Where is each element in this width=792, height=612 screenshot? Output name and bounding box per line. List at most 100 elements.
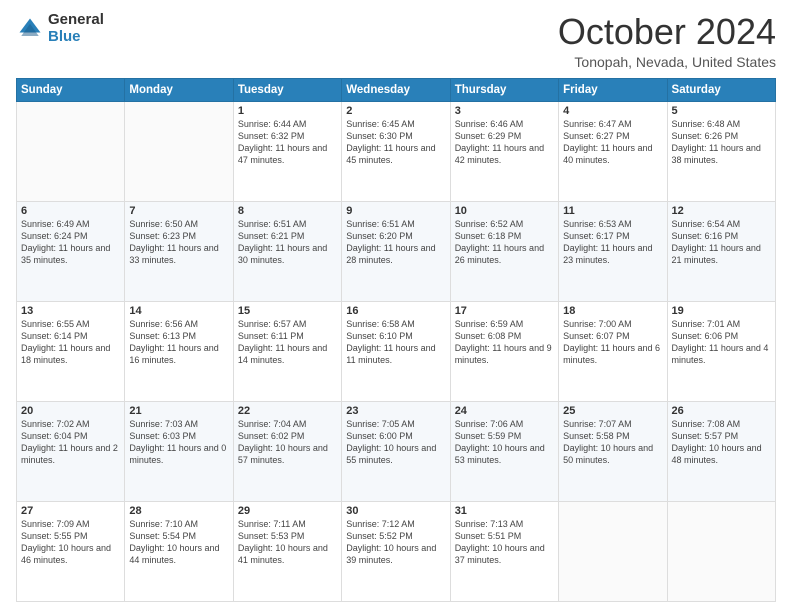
- calendar-cell-w2-d3: 8Sunrise: 6:51 AMSunset: 6:21 PMDaylight…: [233, 201, 341, 301]
- col-wednesday: Wednesday: [342, 78, 450, 101]
- day-number-9: 9: [346, 205, 445, 217]
- calendar-cell-w4-d2: 21Sunrise: 7:03 AMSunset: 6:03 PMDayligh…: [125, 401, 233, 501]
- calendar-header-row: Sunday Monday Tuesday Wednesday Thursday…: [17, 78, 776, 101]
- day-info-9: Sunrise: 6:51 AMSunset: 6:20 PMDaylight:…: [346, 218, 445, 267]
- col-tuesday: Tuesday: [233, 78, 341, 101]
- calendar-cell-w4-d4: 23Sunrise: 7:05 AMSunset: 6:00 PMDayligh…: [342, 401, 450, 501]
- day-info-28: Sunrise: 7:10 AMSunset: 5:54 PMDaylight:…: [129, 518, 228, 567]
- col-monday: Monday: [125, 78, 233, 101]
- logo-icon: [16, 15, 44, 43]
- day-info-29: Sunrise: 7:11 AMSunset: 5:53 PMDaylight:…: [238, 518, 337, 567]
- calendar-cell-w2-d2: 7Sunrise: 6:50 AMSunset: 6:23 PMDaylight…: [125, 201, 233, 301]
- col-sunday: Sunday: [17, 78, 125, 101]
- day-number-27: 27: [21, 505, 120, 517]
- calendar-cell-w1-d6: 4Sunrise: 6:47 AMSunset: 6:27 PMDaylight…: [559, 101, 667, 201]
- day-number-21: 21: [129, 405, 228, 417]
- day-info-6: Sunrise: 6:49 AMSunset: 6:24 PMDaylight:…: [21, 218, 120, 267]
- day-info-2: Sunrise: 6:45 AMSunset: 6:30 PMDaylight:…: [346, 118, 445, 167]
- day-info-18: Sunrise: 7:00 AMSunset: 6:07 PMDaylight:…: [563, 318, 662, 367]
- day-info-10: Sunrise: 6:52 AMSunset: 6:18 PMDaylight:…: [455, 218, 554, 267]
- calendar-table: Sunday Monday Tuesday Wednesday Thursday…: [16, 78, 776, 602]
- day-number-15: 15: [238, 305, 337, 317]
- calendar-cell-w5-d6: [559, 501, 667, 601]
- calendar-cell-w1-d7: 5Sunrise: 6:48 AMSunset: 6:26 PMDaylight…: [667, 101, 775, 201]
- calendar-cell-w4-d5: 24Sunrise: 7:06 AMSunset: 5:59 PMDayligh…: [450, 401, 558, 501]
- calendar-cell-w1-d5: 3Sunrise: 6:46 AMSunset: 6:29 PMDaylight…: [450, 101, 558, 201]
- day-info-26: Sunrise: 7:08 AMSunset: 5:57 PMDaylight:…: [672, 418, 771, 467]
- day-number-7: 7: [129, 205, 228, 217]
- page: General Blue October 2024 Tonopah, Nevad…: [0, 0, 792, 612]
- day-number-3: 3: [455, 105, 554, 117]
- day-info-20: Sunrise: 7:02 AMSunset: 6:04 PMDaylight:…: [21, 418, 120, 467]
- day-number-11: 11: [563, 205, 662, 217]
- day-number-28: 28: [129, 505, 228, 517]
- day-info-22: Sunrise: 7:04 AMSunset: 6:02 PMDaylight:…: [238, 418, 337, 467]
- day-number-20: 20: [21, 405, 120, 417]
- calendar-cell-w5-d4: 30Sunrise: 7:12 AMSunset: 5:52 PMDayligh…: [342, 501, 450, 601]
- day-number-1: 1: [238, 105, 337, 117]
- day-info-24: Sunrise: 7:06 AMSunset: 5:59 PMDaylight:…: [455, 418, 554, 467]
- calendar-cell-w4-d7: 26Sunrise: 7:08 AMSunset: 5:57 PMDayligh…: [667, 401, 775, 501]
- day-info-3: Sunrise: 6:46 AMSunset: 6:29 PMDaylight:…: [455, 118, 554, 167]
- calendar-week-2: 6Sunrise: 6:49 AMSunset: 6:24 PMDaylight…: [17, 201, 776, 301]
- logo-blue-text: Blue: [48, 29, 104, 46]
- day-info-15: Sunrise: 6:57 AMSunset: 6:11 PMDaylight:…: [238, 318, 337, 367]
- col-saturday: Saturday: [667, 78, 775, 101]
- header: General Blue October 2024 Tonopah, Nevad…: [16, 12, 776, 70]
- calendar-cell-w3-d1: 13Sunrise: 6:55 AMSunset: 6:14 PMDayligh…: [17, 301, 125, 401]
- day-info-11: Sunrise: 6:53 AMSunset: 6:17 PMDaylight:…: [563, 218, 662, 267]
- day-number-4: 4: [563, 105, 662, 117]
- day-number-23: 23: [346, 405, 445, 417]
- calendar-cell-w5-d1: 27Sunrise: 7:09 AMSunset: 5:55 PMDayligh…: [17, 501, 125, 601]
- day-number-26: 26: [672, 405, 771, 417]
- calendar-cell-w4-d1: 20Sunrise: 7:02 AMSunset: 6:04 PMDayligh…: [17, 401, 125, 501]
- calendar-cell-w3-d4: 16Sunrise: 6:58 AMSunset: 6:10 PMDayligh…: [342, 301, 450, 401]
- day-info-13: Sunrise: 6:55 AMSunset: 6:14 PMDaylight:…: [21, 318, 120, 367]
- calendar-cell-w2-d5: 10Sunrise: 6:52 AMSunset: 6:18 PMDayligh…: [450, 201, 558, 301]
- day-number-13: 13: [21, 305, 120, 317]
- day-info-17: Sunrise: 6:59 AMSunset: 6:08 PMDaylight:…: [455, 318, 554, 367]
- calendar-week-4: 20Sunrise: 7:02 AMSunset: 6:04 PMDayligh…: [17, 401, 776, 501]
- calendar-week-1: 1Sunrise: 6:44 AMSunset: 6:32 PMDaylight…: [17, 101, 776, 201]
- title-block: October 2024 Tonopah, Nevada, United Sta…: [558, 12, 776, 70]
- logo-general-text: General: [48, 12, 104, 29]
- day-number-6: 6: [21, 205, 120, 217]
- day-info-5: Sunrise: 6:48 AMSunset: 6:26 PMDaylight:…: [672, 118, 771, 167]
- day-info-16: Sunrise: 6:58 AMSunset: 6:10 PMDaylight:…: [346, 318, 445, 367]
- logo-text: General Blue: [48, 12, 104, 45]
- day-info-12: Sunrise: 6:54 AMSunset: 6:16 PMDaylight:…: [672, 218, 771, 267]
- day-info-4: Sunrise: 6:47 AMSunset: 6:27 PMDaylight:…: [563, 118, 662, 167]
- day-info-7: Sunrise: 6:50 AMSunset: 6:23 PMDaylight:…: [129, 218, 228, 267]
- day-number-24: 24: [455, 405, 554, 417]
- calendar-cell-w1-d1: [17, 101, 125, 201]
- calendar-cell-w5-d5: 31Sunrise: 7:13 AMSunset: 5:51 PMDayligh…: [450, 501, 558, 601]
- calendar-cell-w5-d2: 28Sunrise: 7:10 AMSunset: 5:54 PMDayligh…: [125, 501, 233, 601]
- day-info-25: Sunrise: 7:07 AMSunset: 5:58 PMDaylight:…: [563, 418, 662, 467]
- day-info-1: Sunrise: 6:44 AMSunset: 6:32 PMDaylight:…: [238, 118, 337, 167]
- day-number-10: 10: [455, 205, 554, 217]
- calendar-cell-w1-d4: 2Sunrise: 6:45 AMSunset: 6:30 PMDaylight…: [342, 101, 450, 201]
- day-number-14: 14: [129, 305, 228, 317]
- day-number-18: 18: [563, 305, 662, 317]
- day-info-27: Sunrise: 7:09 AMSunset: 5:55 PMDaylight:…: [21, 518, 120, 567]
- calendar-cell-w1-d3: 1Sunrise: 6:44 AMSunset: 6:32 PMDaylight…: [233, 101, 341, 201]
- day-number-22: 22: [238, 405, 337, 417]
- day-number-5: 5: [672, 105, 771, 117]
- day-number-19: 19: [672, 305, 771, 317]
- day-number-17: 17: [455, 305, 554, 317]
- calendar-cell-w3-d7: 19Sunrise: 7:01 AMSunset: 6:06 PMDayligh…: [667, 301, 775, 401]
- day-info-31: Sunrise: 7:13 AMSunset: 5:51 PMDaylight:…: [455, 518, 554, 567]
- calendar-cell-w3-d6: 18Sunrise: 7:00 AMSunset: 6:07 PMDayligh…: [559, 301, 667, 401]
- calendar-cell-w2-d4: 9Sunrise: 6:51 AMSunset: 6:20 PMDaylight…: [342, 201, 450, 301]
- calendar-cell-w4-d6: 25Sunrise: 7:07 AMSunset: 5:58 PMDayligh…: [559, 401, 667, 501]
- calendar-cell-w2-d6: 11Sunrise: 6:53 AMSunset: 6:17 PMDayligh…: [559, 201, 667, 301]
- day-number-12: 12: [672, 205, 771, 217]
- col-thursday: Thursday: [450, 78, 558, 101]
- day-number-2: 2: [346, 105, 445, 117]
- calendar-week-3: 13Sunrise: 6:55 AMSunset: 6:14 PMDayligh…: [17, 301, 776, 401]
- day-number-29: 29: [238, 505, 337, 517]
- calendar-cell-w5-d7: [667, 501, 775, 601]
- day-number-16: 16: [346, 305, 445, 317]
- day-info-14: Sunrise: 6:56 AMSunset: 6:13 PMDaylight:…: [129, 318, 228, 367]
- day-number-25: 25: [563, 405, 662, 417]
